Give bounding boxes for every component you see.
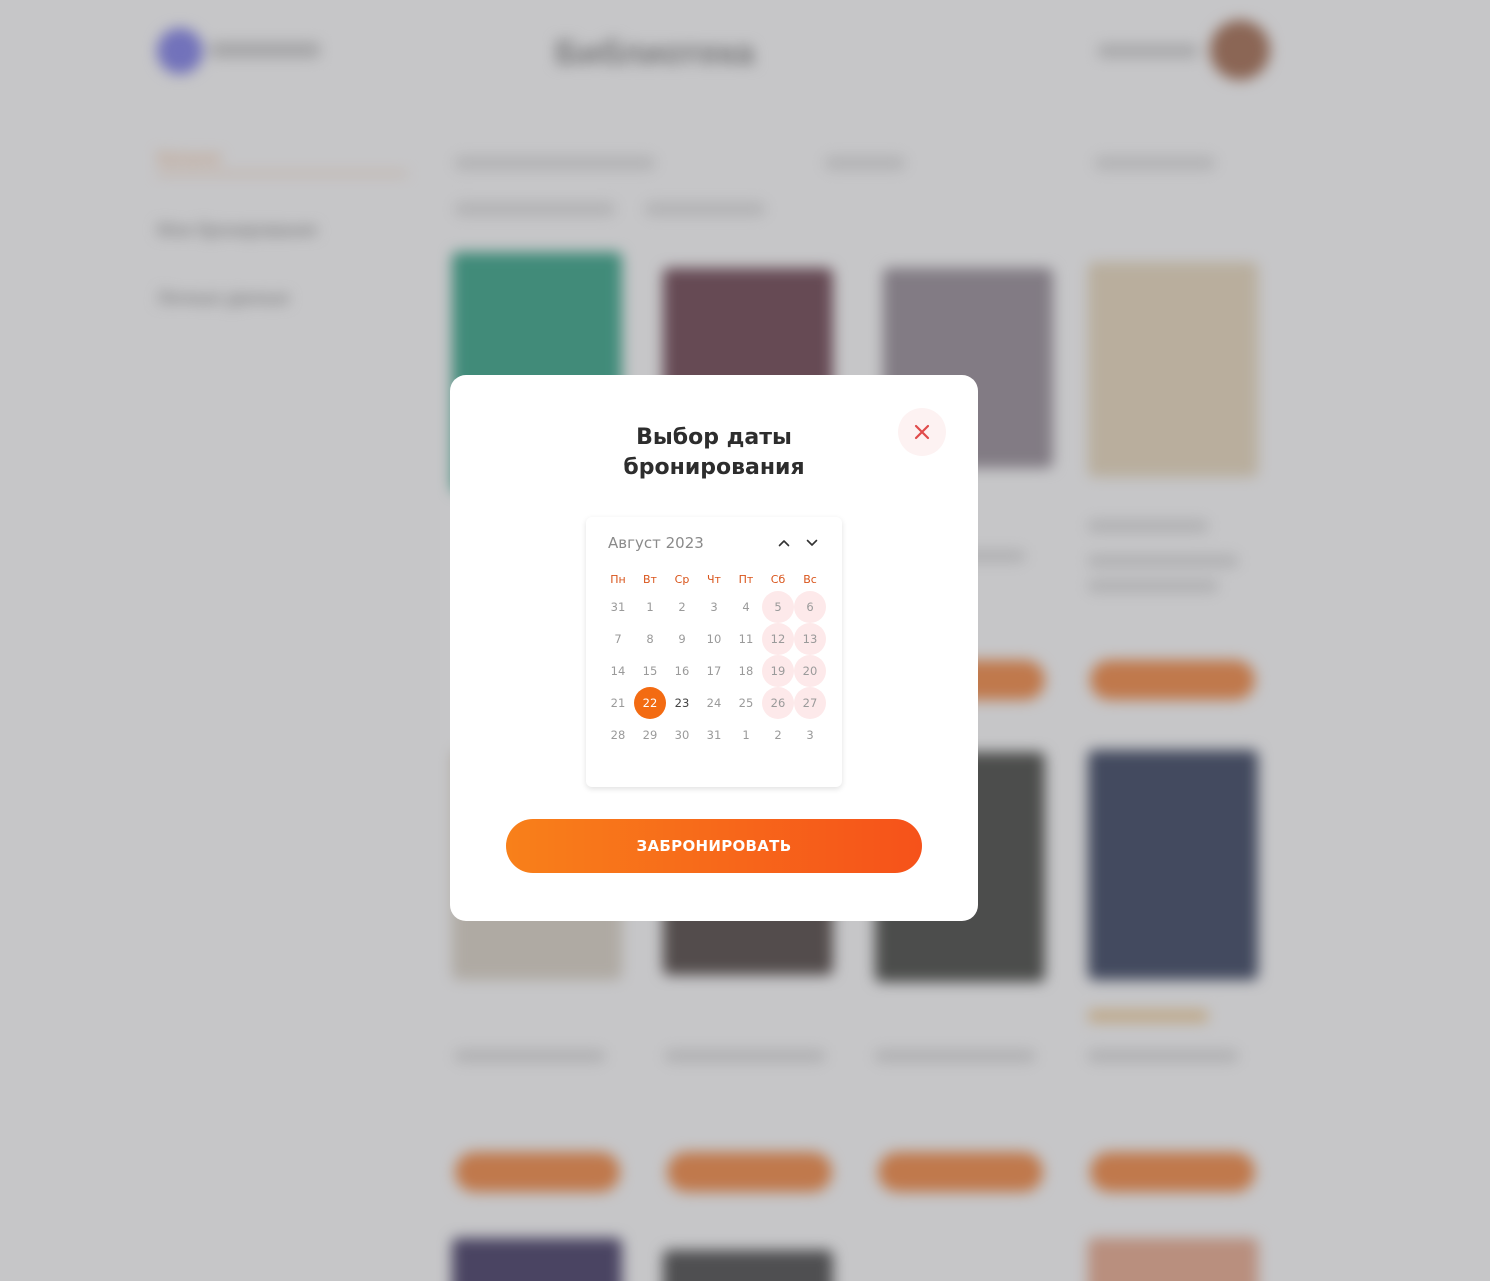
calendar-day[interactable]: 4 <box>730 591 762 623</box>
calendar-day[interactable]: 18 <box>730 655 762 687</box>
calendar-day[interactable]: 30 <box>666 719 698 751</box>
weekday-label: Вс <box>803 572 817 586</box>
chevron-down-icon <box>806 539 818 546</box>
calendar-day[interactable]: 1 <box>730 719 762 751</box>
prev-month-button[interactable] <box>774 533 794 553</box>
weekday-label: Пн <box>610 572 626 586</box>
date-picker: Август 2023 Пн Вт Ср Чт Пт Сб Вс 31 1 2 … <box>586 517 842 787</box>
calendar-day[interactable]: 31 <box>698 719 730 751</box>
weekday-label: Вт <box>643 572 657 586</box>
calendar-day[interactable]: 25 <box>730 687 762 719</box>
calendar-day[interactable]: 21 <box>602 687 634 719</box>
close-icon <box>914 424 930 440</box>
calendar-day-available[interactable]: 23 <box>666 687 698 719</box>
calendar-day[interactable]: 28 <box>602 719 634 751</box>
calendar-day[interactable]: 24 <box>698 687 730 719</box>
calendar-day[interactable]: 2 <box>762 719 794 751</box>
calendar-grid: Пн Вт Ср Чт Пт Сб Вс 31 1 2 3 4 5 6 7 8 … <box>602 567 826 751</box>
month-label: Август 2023 <box>608 534 704 552</box>
calendar-day[interactable]: 16 <box>666 655 698 687</box>
calendar-day-weekend[interactable]: 26 <box>762 687 794 719</box>
chevron-up-icon <box>778 540 790 547</box>
calendar-day-selected[interactable]: 22 <box>634 687 666 719</box>
calendar-day-weekend[interactable]: 27 <box>794 687 826 719</box>
calendar-day-weekend[interactable]: 19 <box>762 655 794 687</box>
weekday-label: Пт <box>738 572 754 586</box>
calendar-day-weekend[interactable]: 20 <box>794 655 826 687</box>
calendar-day-weekend[interactable]: 13 <box>794 623 826 655</box>
calendar-day[interactable]: 3 <box>698 591 730 623</box>
calendar-day-weekend[interactable]: 6 <box>794 591 826 623</box>
calendar-day[interactable]: 7 <box>602 623 634 655</box>
calendar-day[interactable]: 8 <box>634 623 666 655</box>
calendar-day[interactable]: 11 <box>730 623 762 655</box>
calendar-day[interactable]: 10 <box>698 623 730 655</box>
calendar-day[interactable]: 14 <box>602 655 634 687</box>
weekday-label: Сб <box>770 572 786 586</box>
calendar-day[interactable]: 2 <box>666 591 698 623</box>
weekday-label: Чт <box>707 572 721 586</box>
calendar-day-weekend[interactable]: 12 <box>762 623 794 655</box>
calendar-day[interactable]: 1 <box>634 591 666 623</box>
calendar-day[interactable]: 29 <box>634 719 666 751</box>
calendar-day[interactable]: 15 <box>634 655 666 687</box>
weekday-label: Ср <box>674 572 690 586</box>
calendar-day[interactable]: 3 <box>794 719 826 751</box>
calendar-day[interactable]: 9 <box>666 623 698 655</box>
next-month-button[interactable] <box>802 533 822 553</box>
modal-title-line2: бронирования <box>623 455 805 480</box>
book-button[interactable]: ЗАБРОНИРОВАТЬ <box>506 819 922 873</box>
close-button[interactable] <box>898 408 946 456</box>
calendar-day-weekend[interactable]: 5 <box>762 591 794 623</box>
booking-date-modal: Выбор даты бронирования Август 2023 Пн В… <box>450 375 978 921</box>
calendar-day[interactable]: 31 <box>602 591 634 623</box>
calendar-day[interactable]: 17 <box>698 655 730 687</box>
